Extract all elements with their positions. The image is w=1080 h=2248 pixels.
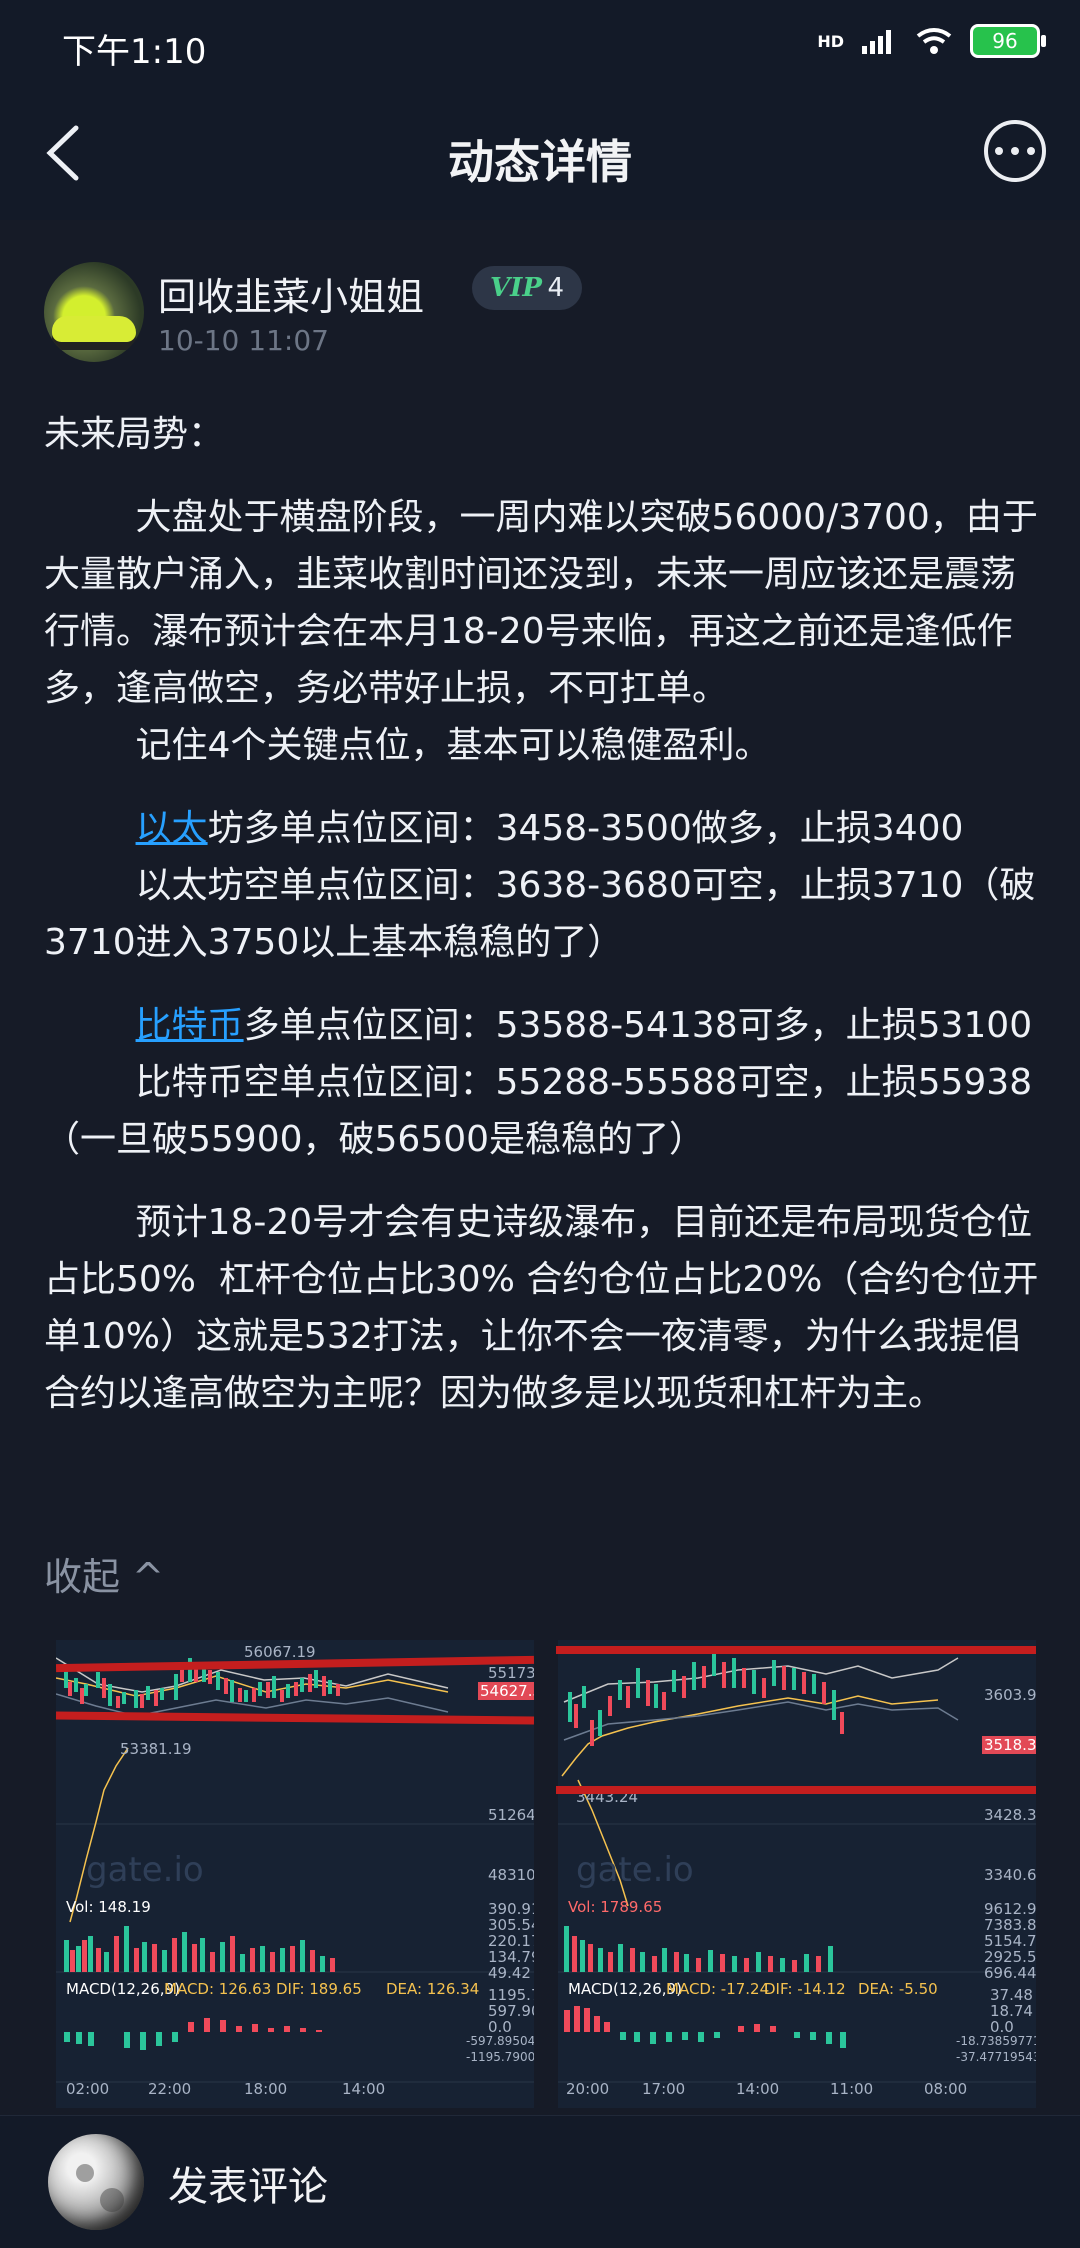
battery-icon: 96 [970,24,1046,58]
eth-price-level-3: 3340.62 [984,1866,1036,1884]
annotation-line-right-top [556,1646,1036,1654]
eth-macd-level-5: -37.477195438 [956,2050,1036,2064]
article-body: 未来局势： 大盘处于横盘阶段，一周内难以突破56000/3700，由于大量散户涌… [44,406,1040,1422]
author-row: 回收韭菜小姐姐 VIP 4 10-10 11:07 [44,262,1044,372]
status-time: 下午1:10 [62,32,207,72]
vip-label: VIP [490,273,542,303]
status-bar: 下午1:10 HD 96 [0,0,1080,88]
signal-icon [862,30,891,54]
btc-short-line: 比特币空单点位区间：55288-55588可空，止损55938（一旦破55900… [44,1062,1033,1160]
btc-price-level-1: 55173.30 [488,1664,534,1682]
eth-x-tick-3: 14:00 [736,2080,780,2098]
btc-x-tick-1: 02:00 [66,2080,110,2098]
eth-x-tick-1: 20:00 [566,2080,610,2098]
eth-dea-value: DEA: -5.50 [858,1980,938,1998]
btc-high-label: 56067.19 [244,1643,316,1661]
comment-input[interactable]: 发表评论 [168,2154,328,2212]
wifi-icon [916,28,952,54]
post-date: 10-10 11:07 [158,324,329,357]
btc-vol-label: Vol: 148.19 [66,1898,151,1916]
btc-macd-level-5: -1195.790091761 [466,2050,534,2064]
btc-macd-level-4: -597.895045880 [466,2034,534,2048]
eth-x-tick-4: 11:00 [830,2080,874,2098]
author-name[interactable]: 回收韭菜小姐姐 [158,266,424,321]
page-title: 动态详情 [448,135,632,189]
eth-vol-label: Vol: 1789.65 [568,1898,663,1916]
eth-price-level-2: 3428.39 [984,1806,1036,1824]
vip-level: 4 [547,273,564,303]
btc-macd-value: MACD: 126.63 [164,1980,272,1998]
vip-badge: VIP 4 [472,266,582,310]
btc-watermark: gate.io [86,1850,204,1890]
eth-link[interactable]: 以太 [136,808,208,849]
btc-low-label: 53381.19 [120,1740,192,1758]
btc-price-level-3: 48310.16 [488,1866,534,1884]
eth-macd-value: MACD: -17.24 [666,1980,770,1998]
btc-link[interactable]: 比特币 [136,1005,244,1046]
eth-short-line: 以太坊空单点位区间：3638-3680可空，止损3710（破3710进入3750… [44,865,1036,963]
eth-x-tick-2: 17:00 [642,2080,686,2098]
article-para2: 记住4个关键点位，基本可以稳健盈利。 [44,725,771,766]
btc-price-tag: 54627.54 [478,1682,534,1700]
btc-x-tick-4: 14:00 [342,2080,386,2098]
btc-x-tick-2: 22:00 [148,2080,192,2098]
article-para1: 大盘处于横盘阶段，一周内难以突破56000/3700，由于大量散户涌入，韭菜收割… [44,497,1038,709]
eth-dif-value: DIF: -14.12 [764,1980,846,1998]
btc-long-text: 多单点位区间：53588-54138可多，止损53100 [243,1005,1033,1046]
eth-watermark: gate.io [576,1850,694,1890]
eth-macd-label: MACD(12,26,9) [568,1980,682,1998]
eth-chart-panel: 3443.24 3518.33 3603.91 3428.39 3340.62 … [558,1640,1036,2108]
eth-macd-level-4: -18.738597719 [956,2034,1036,2048]
eth-vol-level-5: 696.44 [984,1964,1036,1982]
article-para3: 预计18-20号才会有史诗级瀑布，目前还是布局现货仓位占比50% 杠杆仓位占比3… [44,1202,1039,1414]
btc-dif-value: DIF: 189.65 [276,1980,362,1998]
eth-x-tick-5: 08:00 [924,2080,968,2098]
eth-price-tag: 3518.33 [982,1736,1036,1754]
avatar[interactable] [44,262,144,362]
btc-macd-label: MACD(12,26,9) [66,1980,180,1998]
eth-price-level-1: 3603.91 [984,1686,1036,1704]
btc-dea-value: DEA: 126.34 [386,1980,480,1998]
app-bar: 动态详情 [0,88,1080,220]
chart-image[interactable]: 56067.19 53381.19 54627.54 55173.30 5126… [55,1640,1036,2108]
eth-long-text: 坊多单点位区间：3458-3500做多，止损3400 [207,808,964,849]
btc-vol-level-5: 49.42 [488,1964,531,1982]
btc-price-level-2: 51264.54 [488,1806,534,1824]
post-content: 回收韭菜小姐姐 VIP 4 10-10 11:07 未来局势： 大盘处于横盘阶段… [0,220,1080,2116]
network-type: HD [817,31,844,51]
article-line1: 未来局势： [44,414,225,455]
status-icons: HD 96 [817,24,1046,58]
btc-x-tick-3: 18:00 [244,2080,288,2098]
bottom-comment-bar: 发表评论 [0,2115,1080,2248]
collapse-button[interactable]: 收起 ^ [44,1546,164,1601]
user-avatar[interactable] [48,2134,144,2230]
annotation-line-right-bottom [556,1786,1036,1794]
more-icon[interactable] [984,120,1046,182]
btc-chart-panel: 56067.19 53381.19 54627.54 55173.30 5126… [56,1640,534,2108]
btc-long-line: 比特币多单点位区间：53588-54138可多，止损53100 [44,997,1040,1054]
eth-long-line: 以太坊多单点位区间：3458-3500做多，止损3400 [44,800,1040,857]
